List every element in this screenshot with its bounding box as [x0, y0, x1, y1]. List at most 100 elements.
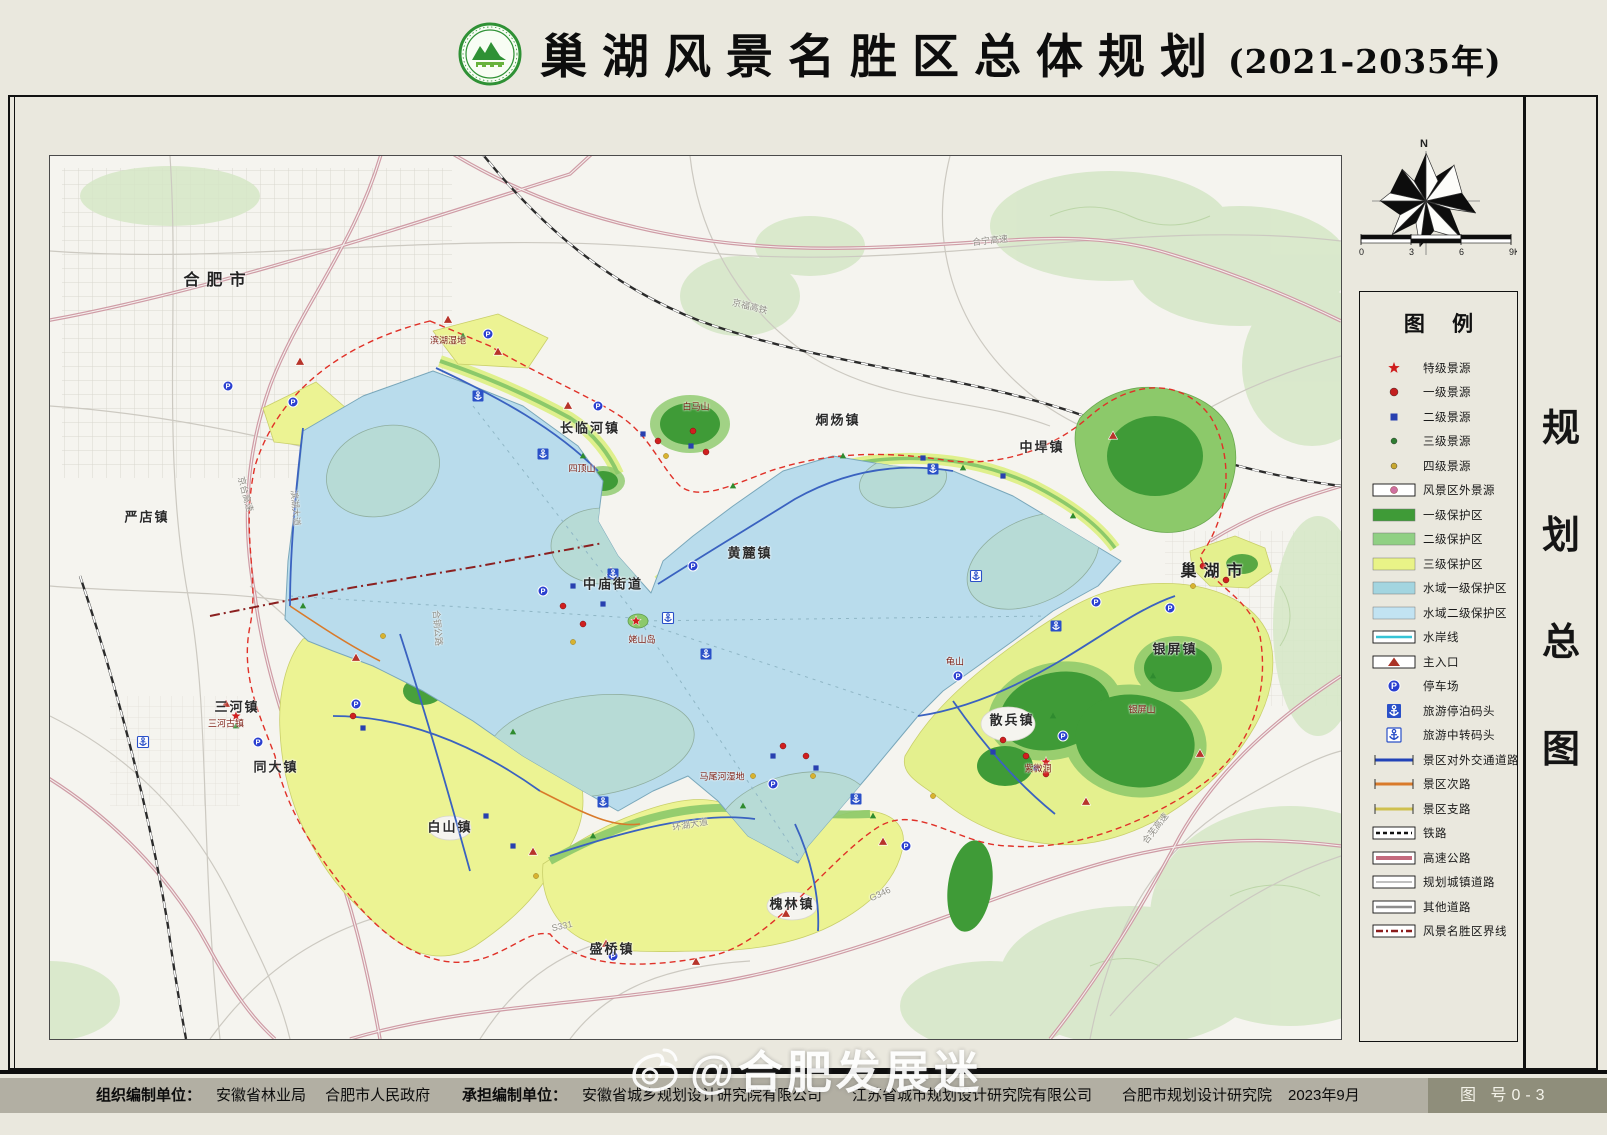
figure-number-box: 图 号0-3	[1428, 1078, 1607, 1113]
grade4-scenic-icon	[1190, 583, 1195, 588]
grade1-scenic-icon	[1200, 563, 1206, 569]
legend-item: 景区次路	[1369, 777, 1517, 792]
svg-text:P: P	[1060, 732, 1065, 741]
sheet-title-char: 规	[1542, 397, 1580, 452]
legend-item: 一级景源	[1369, 385, 1517, 400]
org-value: 安徽省林业局 合肥市人民政府	[216, 1078, 430, 1113]
grade2-scenic-icon	[600, 601, 605, 606]
legend-item: 景区对外交通道路	[1369, 752, 1517, 767]
legend-title: 图 例	[1360, 308, 1517, 338]
grade1-scenic-icon	[1043, 771, 1049, 777]
legend-item: 二级景源	[1369, 409, 1517, 424]
svg-text:P: P	[903, 842, 908, 851]
legend-item: 三级景源	[1369, 434, 1517, 449]
legend-item-label: 景区次路	[1423, 776, 1471, 792]
tour-dock-icon	[538, 449, 549, 460]
legend-item: 景区支路	[1369, 801, 1517, 816]
grade2-scenic-icon	[688, 443, 693, 448]
legend-item-label: 一级保护区	[1423, 507, 1483, 523]
map-area: PPPPPPPPPPPPPPP 合肥市巢湖市严店镇三河镇同大镇白山镇盛桥镇槐林镇…	[49, 155, 1342, 1040]
sheet-title-char: 总	[1542, 611, 1580, 666]
grade1-scenic-icon	[580, 621, 586, 627]
legend-item: 旅游停泊码头	[1369, 703, 1517, 718]
figure-number: 图 号0-3	[1460, 1078, 1550, 1113]
sheet-title-char: 图	[1542, 718, 1580, 773]
grade2-scenic-icon	[813, 765, 818, 770]
legend-item: 主入口	[1369, 654, 1517, 669]
frame-inner-line	[14, 97, 15, 1068]
grade4-scenic-icon	[570, 639, 575, 644]
parking-icon: P	[953, 671, 963, 681]
legend-item: 水域二级保护区	[1369, 605, 1517, 620]
legend-item-label: 一级景源	[1423, 384, 1471, 400]
parking-icon: P	[901, 841, 911, 851]
svg-text:P: P	[610, 952, 615, 961]
legend-item-label: 铁路	[1423, 825, 1447, 841]
parking-icon: P	[688, 561, 698, 571]
parking-icon: P	[1165, 603, 1175, 613]
grade2-scenic-icon	[483, 813, 488, 818]
grade2-scenic-icon	[510, 843, 515, 848]
grade2-scenic-icon	[1000, 473, 1005, 478]
grade2-scenic-icon	[1033, 765, 1038, 770]
tour-dock-icon	[701, 649, 712, 660]
sheet-title-vertical: 规划总图	[1526, 397, 1596, 773]
plan-sheet: 巢湖风景名胜区总体规划 (2021-2035年)	[0, 0, 1607, 1135]
legend-item-label: 风景区外景源	[1423, 482, 1495, 498]
tour-dock-icon	[473, 391, 484, 402]
sheet-title-char: 划	[1542, 504, 1580, 559]
svg-text:P: P	[290, 398, 295, 407]
legend-item-label: 旅游中转码头	[1423, 727, 1495, 743]
legend-item: 水域一级保护区	[1369, 581, 1517, 596]
grade2-scenic-icon	[770, 753, 775, 758]
grade1-scenic-icon	[780, 743, 786, 749]
tour-dock-icon	[1051, 621, 1062, 632]
parking-icon: P	[351, 699, 361, 709]
legend-item: 特级景源	[1369, 360, 1517, 375]
parking-icon: P	[223, 381, 233, 391]
header: 巢湖风景名胜区总体规划 (2021-2035年)	[0, 0, 1607, 95]
legend-item: 四级景源	[1369, 458, 1517, 473]
undertaker-label: 承担编制单位：	[462, 1078, 567, 1113]
parking-icon: P	[253, 737, 263, 747]
legend-item: 铁路	[1369, 826, 1517, 841]
svg-text:P: P	[955, 672, 960, 681]
legend-item-label: 特级景源	[1423, 360, 1471, 376]
svg-text:P: P	[540, 587, 545, 596]
parking-icon: P	[1091, 597, 1101, 607]
undertaker-value: 安徽省城乡规划设计研究院有限公司 江苏省城市规划设计研究院有限公司 合肥市规划设…	[582, 1078, 1272, 1113]
legend-item-label: 水岸线	[1423, 629, 1459, 645]
grade4-scenic-icon	[663, 453, 668, 458]
legend-item: 一级保护区	[1369, 507, 1517, 522]
legend-item-label: 二级景源	[1423, 409, 1471, 425]
grade1-scenic-icon	[803, 753, 809, 759]
sheet-frame: PPPPPPPPPPPPPPP 合肥市巢湖市严店镇三河镇同大镇白山镇盛桥镇槐林镇…	[8, 95, 1598, 1070]
svg-text:P: P	[353, 700, 358, 709]
legend-item: 风景名胜区界线	[1369, 924, 1517, 939]
grade1-scenic-icon	[703, 449, 709, 455]
legend-item-label: 停车场	[1423, 678, 1459, 694]
transfer-dock-icon	[663, 613, 674, 624]
tour-dock-icon	[928, 464, 939, 475]
svg-text:3: 3	[1409, 247, 1414, 257]
legend-item: 三级保护区	[1369, 556, 1517, 571]
legend-item: 其他道路	[1369, 899, 1517, 914]
svg-text:N: N	[1420, 138, 1428, 150]
svg-text:P: P	[485, 330, 490, 339]
tour-dock-icon	[851, 794, 862, 805]
parking-icon: P	[1058, 731, 1068, 741]
footer-bar: 组织编制单位： 安徽省林业局 合肥市人民政府 承担编制单位： 安徽省城乡规划设计…	[0, 1078, 1607, 1113]
page-title-years: (2021-2035年)	[1228, 35, 1502, 83]
legend-item: 规划城镇道路	[1369, 875, 1517, 890]
parking-icon: P	[538, 586, 548, 596]
legend-item-label: 旅游停泊码头	[1423, 703, 1495, 719]
grade2-scenic-icon	[360, 725, 365, 730]
legend-item-label: 二级保护区	[1423, 531, 1483, 547]
svg-text:P: P	[770, 780, 775, 789]
grade2-scenic-icon	[570, 583, 575, 588]
scale-bar: 0369Km	[1359, 229, 1517, 259]
svg-text:P: P	[595, 402, 600, 411]
sheet-title-strip: 规划总图	[1526, 97, 1596, 1068]
parking-icon: P	[768, 779, 778, 789]
grade4-scenic-icon	[380, 633, 385, 638]
